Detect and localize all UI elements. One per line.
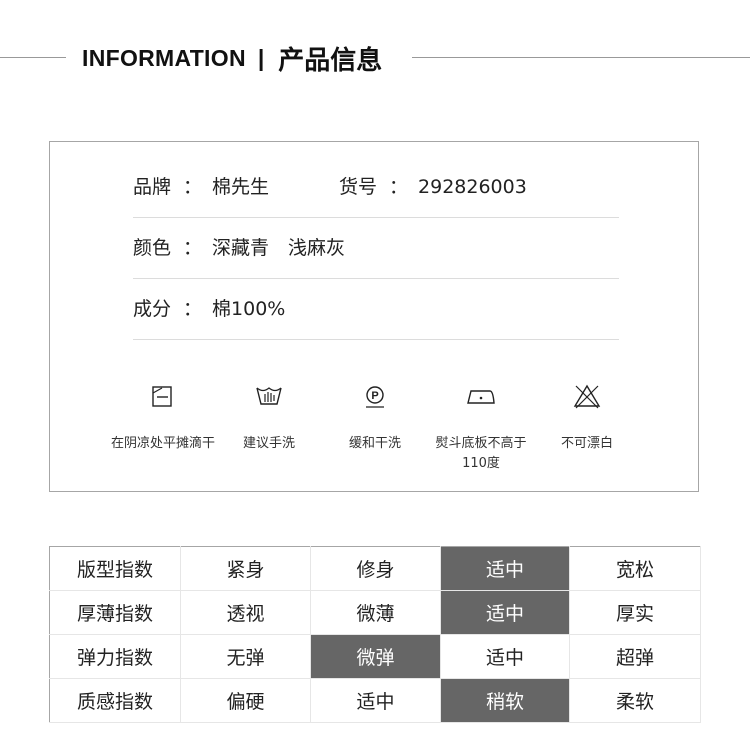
scale-option: 适中 xyxy=(440,634,570,679)
svg-text:P: P xyxy=(371,390,378,402)
info-row-color: 颜色 ： 深藏青 浅麻灰 xyxy=(133,218,619,279)
scale-option: 微薄 xyxy=(310,590,441,635)
scale-option-selected: 适中 xyxy=(440,546,570,591)
scale-option: 修身 xyxy=(310,546,441,591)
table-row: 弹力指数 无弹 微弹 适中 超弹 xyxy=(49,634,701,679)
scale-option-selected: 微弹 xyxy=(310,634,441,679)
scale-option: 适中 xyxy=(310,678,441,723)
title-chinese: 产品信息 xyxy=(278,45,383,76)
header-line-left xyxy=(0,57,66,58)
table-row: 质感指数 偏硬 适中 稍软 柔软 xyxy=(49,678,701,723)
section-title: INFORMATION | 产品信息 xyxy=(82,40,382,76)
colon: ： xyxy=(183,298,203,320)
brand-label: 品牌 xyxy=(133,176,172,198)
scale-option: 紧身 xyxy=(180,546,311,591)
dry-clean-p-icon: P xyxy=(366,386,384,408)
scale-option: 柔软 xyxy=(569,678,701,723)
material-value: 棉100% xyxy=(212,298,286,320)
scale-row-label: 弹力指数 xyxy=(49,634,181,679)
colon: ： xyxy=(183,176,203,198)
scale-option: 无弹 xyxy=(180,634,311,679)
care-label: 在阴凉处平摊滴干 xyxy=(110,436,215,451)
brand-value: 棉先生 xyxy=(212,176,270,198)
care-label: 不可漂白 xyxy=(560,436,613,451)
care-label: 建议手洗 xyxy=(242,436,295,451)
scale-option-selected: 适中 xyxy=(440,590,570,635)
product-info-box: 品牌：棉先生 货号： 292826003 颜色：深藏青 浅麻灰 成分：棉100% … xyxy=(49,141,699,492)
care-item: 熨斗底板不高于110度 xyxy=(426,382,536,471)
scale-option: 偏硬 xyxy=(180,678,311,723)
color-values: 深藏青 浅麻灰 xyxy=(212,237,346,259)
table-row: 版型指数 紧身 修身 适中 宽松 xyxy=(49,546,701,591)
scale-option-selected: 稍软 xyxy=(440,678,570,723)
care-label: 缓和干洗 xyxy=(348,436,401,451)
colon: ： xyxy=(389,176,409,198)
material-label: 成分 xyxy=(133,298,172,320)
info-row-material: 成分 ： 棉100% xyxy=(133,279,619,340)
table-row: 厚薄指数 透视 微薄 适中 厚实 xyxy=(49,590,701,635)
item-no-label: 货号 xyxy=(339,176,378,198)
do-not-bleach-icon xyxy=(573,384,601,409)
flat-dry-shade-icon xyxy=(152,386,172,407)
colon: ： xyxy=(183,237,203,259)
scale-option: 厚实 xyxy=(569,590,701,635)
scale-row-label: 质感指数 xyxy=(49,678,181,723)
info-row-brand: 品牌 ： 棉先生 货号 ： 292826003 xyxy=(133,157,619,218)
scale-row-label: 版型指数 xyxy=(49,546,181,591)
fit-scale-table: 版型指数 紧身 修身 适中 宽松 厚薄指数 透视 微薄 适中 厚实 弹力指数 无弹 微弹 适中 超弹 质感指数… xyxy=(49,546,701,723)
title-english: INFORMATION xyxy=(82,44,246,71)
header-line-right xyxy=(412,57,750,58)
care-item: 不可漂白 xyxy=(532,382,642,451)
item-no-value: 292826003 xyxy=(418,176,527,198)
care-item: 建议手洗 xyxy=(214,382,324,451)
iron-low-icon xyxy=(467,390,495,404)
care-label: 熨斗底板不高于110度 xyxy=(435,436,527,471)
color-label: 颜色 xyxy=(133,237,172,259)
scale-option: 宽松 xyxy=(569,546,701,591)
scale-row-label: 厚薄指数 xyxy=(49,590,181,635)
scale-option: 透视 xyxy=(180,590,311,635)
scale-option: 超弹 xyxy=(569,634,701,679)
hand-wash-icon xyxy=(256,387,282,405)
care-item: 在阴凉处平摊滴干 xyxy=(108,382,218,451)
care-item: P 缓和干洗 xyxy=(320,382,430,451)
title-separator: | xyxy=(257,44,265,71)
